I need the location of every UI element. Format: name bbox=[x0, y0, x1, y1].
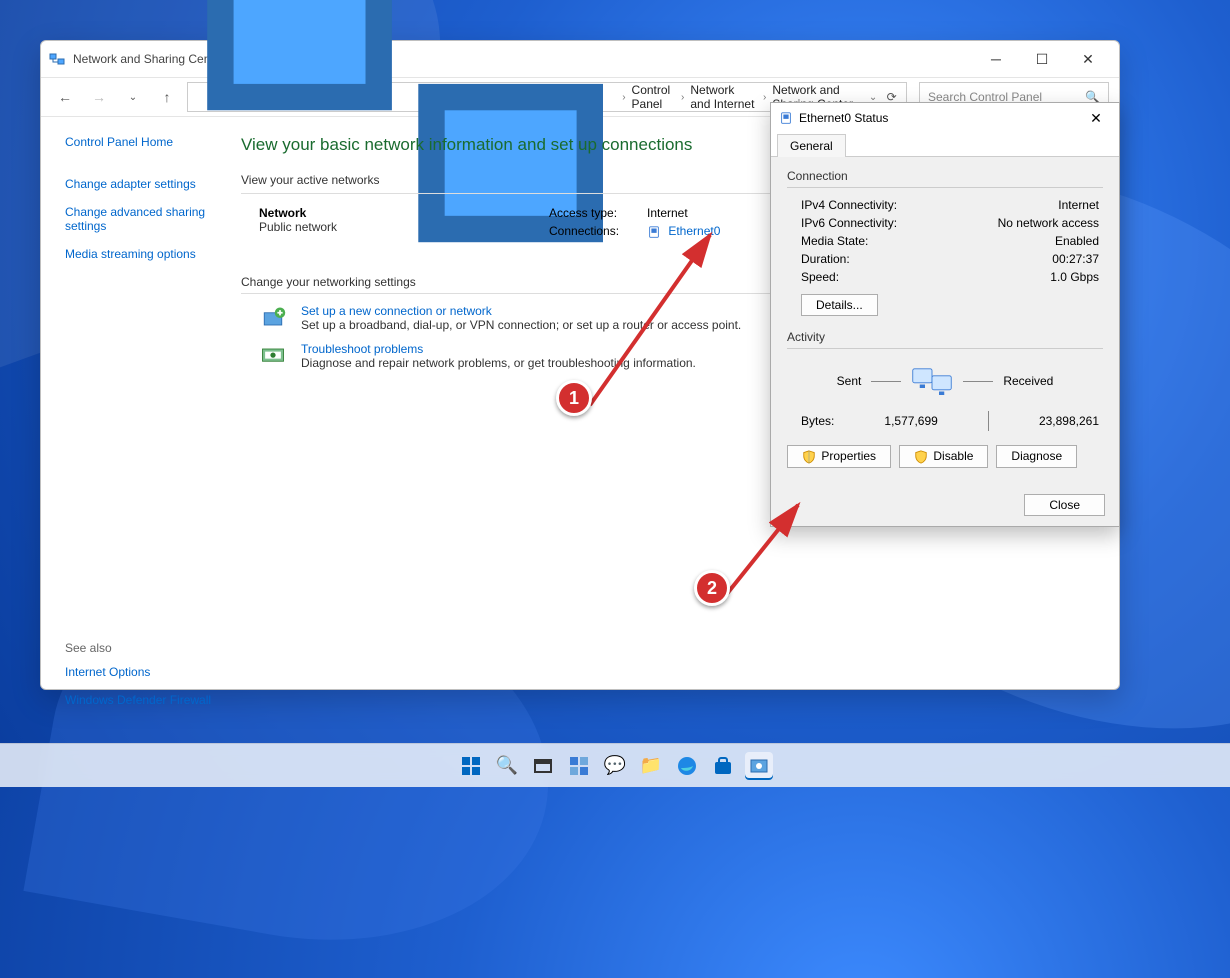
tab-general[interactable]: General bbox=[777, 134, 846, 157]
store-button[interactable] bbox=[709, 752, 737, 780]
dialog-title: Ethernet0 Status bbox=[799, 111, 888, 125]
tab-strip: General bbox=[771, 133, 1119, 157]
ethernet-icon bbox=[779, 111, 793, 125]
widgets-icon bbox=[569, 756, 589, 776]
properties-button-label: Properties bbox=[821, 449, 876, 463]
media-state-label: Media State: bbox=[801, 234, 868, 248]
ethernet-status-dialog: Ethernet0 Status ✕ General Connection IP… bbox=[770, 102, 1120, 527]
dialog-titlebar: Ethernet0 Status ✕ bbox=[771, 103, 1119, 133]
access-type-label: Access type: bbox=[549, 206, 639, 220]
received-label: Received bbox=[1003, 374, 1053, 388]
task-desc: Diagnose and repair network problems, or… bbox=[301, 356, 696, 370]
network-icon bbox=[49, 51, 65, 67]
sidebar-link[interactable]: Change adapter settings bbox=[65, 177, 229, 191]
taskbar: 🔍 💬 📁 bbox=[0, 743, 1230, 787]
ethernet-icon bbox=[647, 225, 661, 239]
bytes-received-value: 23,898,261 bbox=[1039, 414, 1099, 428]
dialog-close-button[interactable]: ✕ bbox=[1081, 110, 1111, 127]
connection-group-label: Connection bbox=[787, 169, 1103, 183]
control-panel-icon bbox=[749, 756, 769, 776]
back-button[interactable]: ← bbox=[51, 83, 79, 111]
minimize-button[interactable]: ─ bbox=[973, 43, 1019, 75]
duration-value: 00:27:37 bbox=[1052, 252, 1099, 266]
up-button[interactable]: ↑ bbox=[153, 83, 181, 111]
ipv6-label: IPv6 Connectivity: bbox=[801, 216, 897, 230]
properties-button[interactable]: Properties bbox=[787, 445, 891, 468]
folder-icon: 📁 bbox=[640, 755, 662, 776]
edge-button[interactable] bbox=[673, 752, 701, 780]
network-name: Network bbox=[259, 206, 549, 220]
connection-link[interactable]: Ethernet0 bbox=[668, 224, 720, 238]
file-explorer-button[interactable]: 📁 bbox=[637, 752, 665, 780]
ipv4-label: IPv4 Connectivity: bbox=[801, 198, 897, 212]
shield-icon bbox=[914, 450, 928, 464]
ipv6-value: No network access bbox=[998, 216, 1099, 230]
speed-label: Speed: bbox=[801, 270, 839, 284]
disable-button[interactable]: Disable bbox=[899, 445, 988, 468]
close-button[interactable]: ✕ bbox=[1065, 43, 1111, 75]
breadcrumb-item[interactable]: Control Panel bbox=[632, 83, 675, 111]
speed-value: 1.0 Gbps bbox=[1050, 270, 1099, 284]
recent-button[interactable]: ⌄ bbox=[119, 83, 147, 111]
widgets-button[interactable] bbox=[565, 752, 593, 780]
see-also-heading: See also bbox=[65, 641, 229, 655]
task-desc: Set up a broadband, dial-up, or VPN conn… bbox=[301, 318, 741, 332]
troubleshoot-icon bbox=[259, 342, 287, 370]
task-view-icon bbox=[534, 757, 552, 775]
bytes-label: Bytes: bbox=[801, 414, 834, 428]
forward-button[interactable]: → bbox=[85, 83, 113, 111]
activity-group-label: Activity bbox=[787, 330, 1103, 344]
media-state-value: Enabled bbox=[1055, 234, 1099, 248]
control-panel-home-link[interactable]: Control Panel Home bbox=[65, 135, 229, 149]
annotation-badge-2: 2 bbox=[694, 570, 730, 606]
annotation-badge-1: 1 bbox=[556, 380, 592, 416]
diagnose-button[interactable]: Diagnose bbox=[996, 445, 1077, 468]
control-panel-taskbar-button[interactable] bbox=[745, 752, 773, 780]
computers-icon bbox=[911, 363, 953, 399]
bytes-sent-value: 1,577,699 bbox=[884, 414, 937, 428]
store-icon bbox=[713, 756, 733, 776]
shield-icon bbox=[802, 450, 816, 464]
disable-button-label: Disable bbox=[933, 449, 973, 463]
details-button[interactable]: Details... bbox=[801, 294, 878, 316]
task-title-link[interactable]: Troubleshoot problems bbox=[301, 342, 696, 356]
ipv4-value: Internet bbox=[1058, 198, 1099, 212]
maximize-button[interactable]: ☐ bbox=[1019, 43, 1065, 75]
task-view-button[interactable] bbox=[529, 752, 557, 780]
start-button[interactable] bbox=[457, 752, 485, 780]
breadcrumb-item[interactable]: Network and Internet bbox=[690, 83, 757, 111]
sidebar: Control Panel Home Change adapter settin… bbox=[41, 117, 241, 689]
task-title-link[interactable]: Set up a new connection or network bbox=[301, 304, 741, 318]
new-connection-icon bbox=[259, 304, 287, 332]
chat-button[interactable]: 💬 bbox=[601, 752, 629, 780]
connections-label: Connections: bbox=[549, 224, 639, 239]
sidebar-link[interactable]: Media streaming options bbox=[65, 247, 229, 261]
access-type-value: Internet bbox=[647, 206, 688, 220]
see-also-link[interactable]: Internet Options bbox=[65, 665, 229, 679]
search-icon: 🔍 bbox=[496, 755, 518, 776]
sent-label: Sent bbox=[837, 374, 862, 388]
duration-label: Duration: bbox=[801, 252, 850, 266]
see-also-link[interactable]: Windows Defender Firewall bbox=[65, 693, 229, 707]
close-dialog-button[interactable]: Close bbox=[1024, 494, 1105, 516]
edge-icon bbox=[677, 756, 697, 776]
windows-icon bbox=[461, 756, 481, 776]
taskbar-search-button[interactable]: 🔍 bbox=[493, 752, 521, 780]
chat-icon: 💬 bbox=[604, 755, 626, 776]
sidebar-link[interactable]: Change advanced sharing settings bbox=[65, 205, 229, 233]
network-type: Public network bbox=[259, 220, 549, 234]
